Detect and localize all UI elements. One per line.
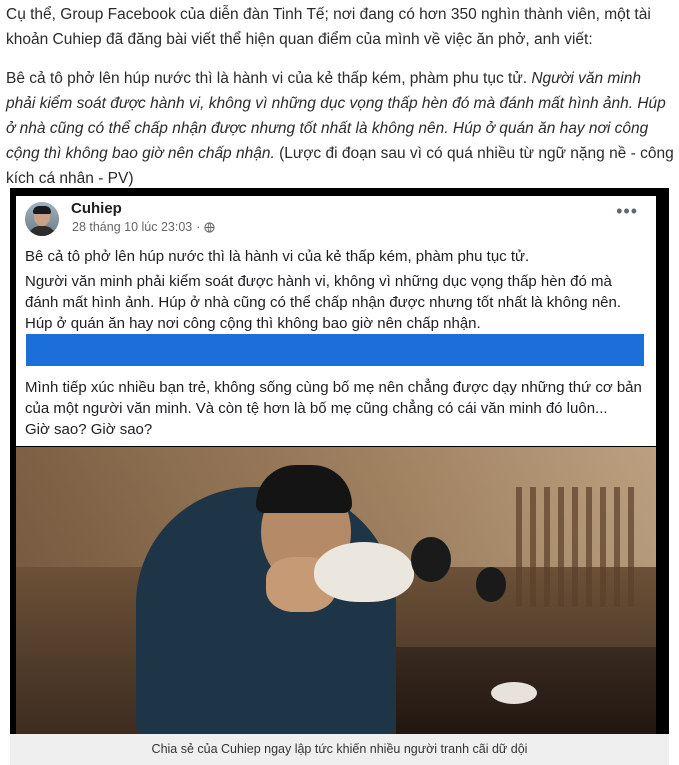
- redaction-bar: [26, 334, 644, 366]
- post-line-3: Mình tiếp xúc nhiều bạn trẻ, không sống …: [25, 379, 642, 417]
- article-intro-paragraph: Cụ thể, Group Facebook của diễn đàn Tinh…: [6, 2, 674, 52]
- post-line-1: Bê cả tô phở lên húp nước thì là hành vi…: [25, 248, 530, 265]
- post-meta: 28 tháng 10 lúc 23:03 ·: [72, 220, 216, 234]
- figure-caption: Chia sẻ của Cuhiep ngay lập tức khiến nh…: [10, 734, 669, 765]
- post-line-2: Người văn minh phải kiểm soát được hành …: [25, 273, 622, 332]
- globe-icon: [204, 221, 216, 233]
- bowl-image: [314, 542, 414, 602]
- post-line-4: Giờ sao? Giờ sao?: [25, 421, 153, 438]
- more-horizontal-icon: •••: [616, 201, 638, 221]
- post-author: Cuhiep: [71, 200, 122, 217]
- article-quote-paragraph: Bê cả tô phở lên húp nước thì là hành vi…: [6, 66, 674, 191]
- facebook-post-screenshot: Cuhiep 28 tháng 10 lúc 23:03 · ••• Bê cả…: [16, 196, 656, 446]
- post-timestamp: 28 tháng 10 lúc 23:03: [72, 220, 193, 234]
- avatar: [25, 202, 59, 236]
- quote-plain-text: Bê cả tô phở lên húp nước thì là hành vi…: [6, 70, 528, 87]
- post-photo: [16, 447, 656, 734]
- intro-text: Cụ thể, Group Facebook của diễn đàn Tinh…: [6, 6, 651, 48]
